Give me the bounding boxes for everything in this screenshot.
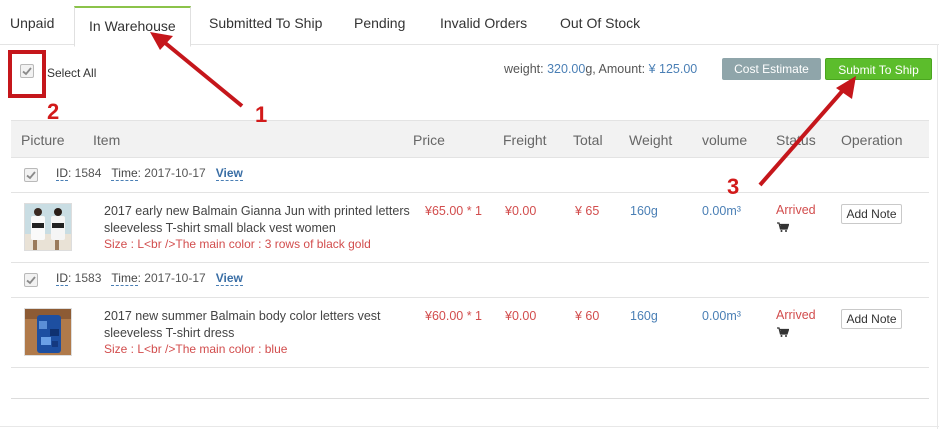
order-id-label: ID xyxy=(56,271,68,286)
orders-table: Picture Item Price Freight Total Weight … xyxy=(11,120,929,399)
order-id: : 1583 xyxy=(68,271,102,285)
tab-in-warehouse[interactable]: In Warehouse xyxy=(74,6,191,47)
table-header: Picture Item Price Freight Total Weight … xyxy=(11,121,929,157)
order-time-label: Time xyxy=(111,166,138,181)
product-image-icon xyxy=(25,204,71,250)
order-time: : 2017-10-17 xyxy=(137,271,206,285)
weight-unit: g xyxy=(585,62,593,76)
tab-unpaid[interactable]: Unpaid xyxy=(10,0,54,44)
header-status: Status xyxy=(776,132,816,148)
header-total: Total xyxy=(573,132,603,148)
product-title-line: sleeveless T-shirt dress xyxy=(104,326,235,340)
header-item: Item xyxy=(93,132,121,148)
order-id-row: ID: 1584 Time: 2017-10-17 View xyxy=(56,166,243,181)
order-time: : 2017-10-17 xyxy=(137,166,206,180)
order-checkbox[interactable] xyxy=(24,273,38,287)
amount-value: ¥ 125.00 xyxy=(648,62,698,76)
select-all-label: Select All xyxy=(47,66,97,80)
arrow-1 xyxy=(162,40,244,108)
divider xyxy=(11,157,929,158)
weight-value: 320.00 xyxy=(547,62,586,76)
panel-bottom-border xyxy=(0,426,939,427)
weight-value: 160g xyxy=(630,204,658,218)
status-value: Arrived xyxy=(776,308,816,322)
product-thumbnail[interactable] xyxy=(24,203,72,251)
header-picture: Picture xyxy=(21,132,65,148)
order-id-label: ID xyxy=(56,166,68,181)
product-title-line: sleeveless T-shirt small black vest wome… xyxy=(104,221,336,235)
header-weight: Weight xyxy=(629,132,673,148)
product-image-icon xyxy=(25,309,71,355)
order-status-tabs: Unpaid In Warehouse Submitted To Ship Pe… xyxy=(0,0,939,47)
order-id-row: ID: 1583 Time: 2017-10-17 View xyxy=(56,271,243,286)
header-operation: Operation xyxy=(841,132,903,148)
divider xyxy=(11,262,929,263)
cart-icon xyxy=(777,327,789,337)
product-thumbnail[interactable] xyxy=(24,308,72,356)
view-link[interactable]: View xyxy=(215,271,243,286)
price-value: ¥65.00 * 1 xyxy=(425,204,482,218)
product-title: 2017 new summer Balmain body color lette… xyxy=(104,308,414,342)
product-spec: Size : L<br />The main color : 3 rows of… xyxy=(104,237,371,251)
weight-label: weight: xyxy=(504,62,544,76)
tab-submitted-to-ship[interactable]: Submitted To Ship xyxy=(209,0,322,44)
freight-value: ¥0.00 xyxy=(505,309,537,323)
status-value: Arrived xyxy=(776,203,816,217)
header-price: Price xyxy=(413,132,445,148)
freight-value: ¥0.00 xyxy=(505,204,537,218)
submit-to-ship-button[interactable]: Submit To Ship xyxy=(825,58,932,80)
product-title-line: 2017 early new Balmain Gianna Jun with p… xyxy=(104,204,410,218)
callout-3: 3 xyxy=(727,174,740,199)
order-summary: weight: 320.00g, Amount: ¥ 125.00 xyxy=(504,62,698,76)
header-freight: Freight xyxy=(503,132,547,148)
product-title: 2017 early new Balmain Gianna Jun with p… xyxy=(104,203,414,237)
product-spec: Size : L<br />The main color : blue xyxy=(104,342,288,356)
order-time-label: Time xyxy=(111,271,138,286)
check-icon xyxy=(26,171,36,180)
amount-label: Amount: xyxy=(598,62,646,76)
cost-estimate-button[interactable]: Cost Estimate xyxy=(722,58,821,80)
product-title-line: 2017 new summer Balmain body color lette… xyxy=(104,309,381,323)
panel-right-border xyxy=(937,44,938,429)
total-value: ¥ 65 xyxy=(575,204,600,218)
volume-value: 0.00m³ xyxy=(702,309,741,323)
price-value: ¥60.00 * 1 xyxy=(425,309,482,323)
total-value: ¥ 60 xyxy=(575,309,600,323)
divider xyxy=(11,367,929,368)
callout-1: 1 xyxy=(255,102,268,127)
tab-invalid-orders[interactable]: Invalid Orders xyxy=(440,0,527,44)
check-icon xyxy=(26,276,36,285)
add-note-button[interactable]: Add Note xyxy=(841,309,902,329)
weight-value: 160g xyxy=(630,309,658,323)
callout-2: 2 xyxy=(47,99,60,124)
select-all-highlight-box xyxy=(8,50,46,98)
view-link[interactable]: View xyxy=(215,166,243,181)
header-volume: volume xyxy=(702,132,748,148)
divider xyxy=(11,192,929,193)
order-id: : 1584 xyxy=(68,166,102,180)
divider xyxy=(11,297,929,298)
tab-out-of-stock[interactable]: Out Of Stock xyxy=(560,0,640,44)
tab-pending[interactable]: Pending xyxy=(354,0,405,44)
order-checkbox[interactable] xyxy=(24,168,38,182)
volume-value: 0.00m³ xyxy=(702,204,741,218)
cart-icon xyxy=(777,222,789,232)
add-note-button[interactable]: Add Note xyxy=(841,204,902,224)
